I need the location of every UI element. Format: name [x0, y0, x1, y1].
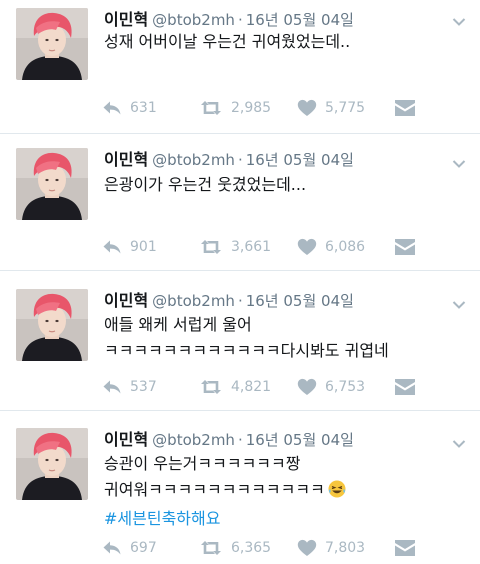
avatar[interactable]	[16, 428, 88, 500]
tweet-date[interactable]: 16년 05월 04일	[246, 11, 354, 29]
direct-message-icon	[394, 378, 416, 396]
reply-button[interactable]: 537	[102, 376, 157, 398]
tweet-line: 은광이가 우는건 웃겼었는데...	[104, 175, 307, 194]
retweet-button[interactable]: 3,661	[199, 236, 271, 258]
reply-icon	[102, 379, 122, 395]
retweet-button[interactable]: 6,365	[199, 537, 271, 559]
like-count: 7,803	[325, 540, 366, 556]
retweet-icon	[199, 100, 223, 116]
retweet-icon	[199, 239, 223, 255]
user-handle[interactable]: @btob2mh	[152, 11, 235, 29]
like-button[interactable]: 7,803	[297, 537, 365, 559]
direct-message-icon	[394, 99, 416, 117]
profile-photo	[16, 148, 88, 220]
direct-message-button[interactable]	[394, 537, 416, 559]
tweet-actions: 537 4,821 6,753	[102, 376, 422, 398]
like-count: 6,086	[325, 239, 366, 255]
chevron-down-icon[interactable]	[452, 434, 466, 444]
chevron-down-icon[interactable]	[452, 295, 466, 305]
tweet-line: ㅋㅋㅋㅋㅋㅋㅋㅋㅋㅋㅋㅋ다시봐도 귀엽네	[104, 341, 389, 360]
separator: ·	[237, 151, 243, 169]
reply-icon	[102, 100, 122, 116]
display-name[interactable]: 이민혁	[104, 10, 148, 29]
retweet-button[interactable]: 2,985	[199, 97, 271, 119]
reply-button[interactable]: 631	[102, 97, 157, 119]
profile-photo	[16, 289, 88, 361]
reply-count: 537	[130, 379, 157, 395]
like-button[interactable]: 6,753	[297, 376, 365, 398]
tweet-actions: 697 6,365 7,803	[102, 537, 422, 559]
separator: ·	[237, 11, 243, 29]
chevron-down-icon[interactable]	[452, 12, 466, 22]
profile-photo	[16, 8, 88, 80]
tweet-feed: 이민혁 @btob2mh · 16년 05월 04일 성재 어버이날 우는건 귀여웠었…	[0, 0, 480, 564]
direct-message-button[interactable]	[394, 97, 416, 119]
tweet-actions: 901 3,661 6,086	[102, 236, 422, 258]
laughing-emoji-icon	[328, 480, 346, 506]
tweet-line: 귀여워ㅋㅋㅋㅋㅋㅋㅋㅋㅋㅋㅋㅋ	[104, 477, 470, 506]
heart-icon	[297, 99, 317, 117]
retweet-count: 4,821	[231, 379, 272, 395]
hashtag-link[interactable]: #세븐틴축하해요	[104, 506, 470, 532]
retweet-button[interactable]: 4,821	[199, 376, 271, 398]
heart-icon	[297, 539, 317, 557]
tweet-header: 이민혁 @btob2mh · 16년 05월 04일	[104, 426, 354, 450]
retweet-count: 2,985	[231, 100, 272, 116]
direct-message-icon	[394, 238, 416, 256]
tweet[interactable]: 이민혁 @btob2mh · 16년 05월 04일 성재 어버이날 우는건 귀여웠었…	[0, 0, 480, 133]
like-button[interactable]: 5,775	[297, 97, 365, 119]
like-count: 5,775	[325, 100, 366, 116]
retweet-icon	[199, 379, 223, 395]
heart-icon	[297, 238, 317, 256]
user-handle[interactable]: @btob2mh	[152, 431, 235, 449]
reply-icon	[102, 540, 122, 556]
chevron-down-icon[interactable]	[452, 154, 466, 164]
avatar[interactable]	[16, 289, 88, 361]
display-name[interactable]: 이민혁	[104, 291, 148, 310]
retweet-icon	[199, 540, 223, 556]
profile-photo	[16, 428, 88, 500]
direct-message-icon	[394, 539, 416, 557]
reply-icon	[102, 239, 122, 255]
direct-message-button[interactable]	[394, 236, 416, 258]
separator: ·	[237, 431, 243, 449]
avatar[interactable]	[16, 8, 88, 80]
like-button[interactable]: 6,086	[297, 236, 365, 258]
separator: ·	[237, 292, 243, 310]
tweet-date[interactable]: 16년 05월 04일	[246, 292, 354, 310]
reply-count: 901	[130, 239, 157, 255]
direct-message-button[interactable]	[394, 376, 416, 398]
tweet-line-text: 귀여워ㅋㅋㅋㅋㅋㅋㅋㅋㅋㅋㅋㅋ	[104, 480, 325, 499]
reply-count: 631	[130, 100, 157, 116]
reply-count: 697	[130, 540, 157, 556]
user-handle[interactable]: @btob2mh	[152, 151, 235, 169]
tweet-header: 이민혁 @btob2mh · 16년 05월 04일	[104, 6, 354, 30]
tweet-text: 승관이 우는거ㅋㅋㅋㅋㅋㅋ짱 귀여워ㅋㅋㅋㅋㅋㅋㅋㅋㅋㅋㅋㅋ #세븐틴축하해요	[104, 451, 470, 532]
tweet-header: 이민혁 @btob2mh · 16년 05월 04일	[104, 287, 354, 311]
tweet-line: 승관이 우는거ㅋㅋㅋㅋㅋㅋ짱	[104, 454, 301, 473]
avatar[interactable]	[16, 148, 88, 220]
tweet-header: 이민혁 @btob2mh · 16년 05월 04일	[104, 146, 354, 170]
tweet[interactable]: 이민혁 @btob2mh · 16년 05월 04일 은광이가 우는건 웃겼었는데..…	[0, 134, 480, 270]
tweet-text: 성재 어버이날 우는건 귀여웠었는데..	[104, 30, 470, 54]
tweet-line: 애들 왜케 서럽게 울어	[104, 315, 252, 334]
reply-button[interactable]: 697	[102, 537, 157, 559]
reply-button[interactable]: 901	[102, 236, 157, 258]
retweet-count: 6,365	[231, 540, 272, 556]
tweet-date[interactable]: 16년 05월 04일	[246, 431, 354, 449]
tweet[interactable]: 이민혁 @btob2mh · 16년 05월 04일 승관이 우는거ㅋㅋㅋㅋㅋㅋ짱 귀…	[0, 411, 480, 564]
heart-icon	[297, 378, 317, 396]
tweet-date[interactable]: 16년 05월 04일	[246, 151, 354, 169]
tweet-text: 애들 왜케 서럽게 울어 ㅋㅋㅋㅋㅋㅋㅋㅋㅋㅋㅋㅋ다시봐도 귀엽네	[104, 312, 470, 364]
tweet[interactable]: 이민혁 @btob2mh · 16년 05월 04일 애들 왜케 서럽게 울어 ㅋㅋㅋ…	[0, 271, 480, 410]
display-name[interactable]: 이민혁	[104, 430, 148, 449]
display-name[interactable]: 이민혁	[104, 150, 148, 169]
tweet-line: 성재 어버이날 우는건 귀여웠었는데..	[104, 32, 351, 51]
user-handle[interactable]: @btob2mh	[152, 292, 235, 310]
retweet-count: 3,661	[231, 239, 272, 255]
tweet-actions: 631 2,985 5,775	[102, 97, 422, 119]
tweet-text: 은광이가 우는건 웃겼었는데...	[104, 173, 470, 197]
like-count: 6,753	[325, 379, 366, 395]
